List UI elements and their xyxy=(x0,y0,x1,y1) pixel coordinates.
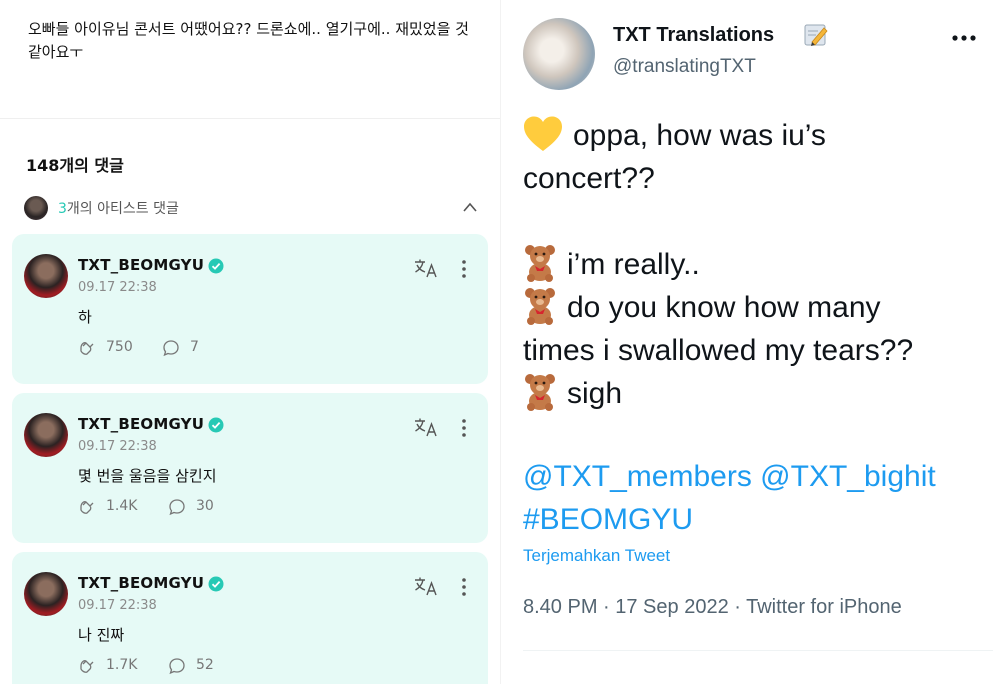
like-icon[interactable] xyxy=(78,657,96,675)
translate-icon[interactable] xyxy=(414,417,438,437)
like-icon[interactable] xyxy=(78,339,96,357)
avatar[interactable] xyxy=(24,254,68,298)
tweet-line: i’m really.. xyxy=(523,243,993,286)
comment-author[interactable]: TXT_BEOMGYU xyxy=(78,256,204,274)
comment-author[interactable]: TXT_BEOMGYU xyxy=(78,415,204,433)
comment-text: 몇 번을 울음을 삼킨지 xyxy=(78,467,217,485)
avatar[interactable] xyxy=(523,18,595,90)
artist-comment-suffix: 개의 아티스트 댓글 xyxy=(66,201,179,217)
translate-icon[interactable] xyxy=(414,258,438,278)
verified-badge-icon xyxy=(208,576,224,592)
comment-bubble-icon[interactable] xyxy=(162,339,180,357)
tweet-meta[interactable]: 8.40 PM · 17 Sep 2022 · Twitter for iPho… xyxy=(523,596,902,619)
artist-comment-count: 3 xyxy=(58,201,67,217)
like-count: 1.7K xyxy=(106,657,138,673)
divider xyxy=(523,650,993,651)
comment-time: 09.17 22:38 xyxy=(78,280,157,295)
comment-text: 하 xyxy=(78,308,92,326)
avatar[interactable] xyxy=(24,572,68,616)
more-vertical-icon[interactable] xyxy=(458,576,470,598)
comment-bubble-icon[interactable] xyxy=(168,657,186,675)
like-count: 750 xyxy=(106,339,133,355)
tweet-line-text: sigh xyxy=(567,377,623,410)
tweet-line: oppa, how was iu’s xyxy=(523,114,993,157)
reply-count: 7 xyxy=(190,339,199,355)
translate-icon[interactable] xyxy=(414,576,438,596)
tweet-line-text: concert?? xyxy=(523,162,655,195)
comment-count: 148개의 댓글 xyxy=(26,156,124,175)
reply-count: 30 xyxy=(196,498,214,514)
tweet-line-text: oppa, how was iu’s xyxy=(573,119,826,152)
verified-badge-icon xyxy=(208,258,224,274)
divider xyxy=(0,118,500,119)
more-vertical-icon[interactable] xyxy=(458,417,470,439)
artist-comments-label: 3개의 아티스트 댓글 xyxy=(58,198,179,218)
tweet-line: sigh xyxy=(523,372,993,415)
display-name[interactable]: TXT Translations xyxy=(613,24,774,47)
avatar[interactable] xyxy=(24,413,68,457)
comment-author[interactable]: TXT_BEOMGYU xyxy=(78,574,204,592)
mention-link[interactable]: @TXT_members xyxy=(523,460,752,493)
tweet-links: @TXT_members @TXT_bighit #BEOMGYU xyxy=(523,455,993,541)
comment-text: 나 진짜 xyxy=(78,626,125,644)
teddy-bear-icon xyxy=(525,245,555,282)
tweet-line-text: times i swallowed my tears?? xyxy=(523,334,914,367)
weverse-panel: 오빠들 아이유님 콘서트 어땠어요?? 드론쇼에.. 열기구에.. 재밌었을 것… xyxy=(0,0,500,684)
tweet-panel: TXT Translations @translatingTXT oppa, h… xyxy=(501,0,1000,684)
translate-tweet-link[interactable]: Terjemahkan Tweet xyxy=(523,546,670,566)
reply-count: 52 xyxy=(196,657,214,673)
teddy-bear-icon xyxy=(525,288,555,325)
post-text: 오빠들 아이유님 콘서트 어땠어요?? 드론쇼에.. 열기구에.. 재밌었을 것… xyxy=(28,20,469,61)
hashtag-link[interactable]: #BEOMGYU xyxy=(523,498,993,541)
yellow-heart-icon xyxy=(524,116,562,151)
tweet-text: oppa, how was iu’s concert?? i’m really.… xyxy=(523,114,993,415)
like-icon[interactable] xyxy=(78,498,96,516)
comment-bubble-icon[interactable] xyxy=(168,498,186,516)
avatar xyxy=(24,196,48,220)
handle[interactable]: @translatingTXT xyxy=(613,56,756,78)
verified-badge-icon xyxy=(208,417,224,433)
mention-line: @TXT_members @TXT_bighit xyxy=(523,455,993,498)
more-vertical-icon[interactable] xyxy=(458,258,470,280)
comment-time: 09.17 22:38 xyxy=(78,439,157,454)
like-count: 1.4K xyxy=(106,498,138,514)
teddy-bear-icon xyxy=(525,374,555,411)
comment-time: 09.17 22:38 xyxy=(78,598,157,613)
mention-link[interactable]: @TXT_bighit xyxy=(760,460,936,493)
tweet-line-text: i’m really.. xyxy=(567,248,700,281)
tweet-line-text: do you know how many xyxy=(567,291,881,324)
pencil-memo-icon xyxy=(804,24,828,46)
tweet-line: do you know how many xyxy=(523,286,993,329)
artist-comments-toggle[interactable]: 3개의 아티스트 댓글 xyxy=(24,192,484,222)
comment-card[interactable]: TXT_BEOMGYU 09.17 22:38 나 진짜 1.7K 52 xyxy=(12,552,488,684)
comment-card[interactable]: TXT_BEOMGYU 09.17 22:38 하 750 7 xyxy=(12,234,488,384)
chevron-up-icon[interactable] xyxy=(462,200,478,214)
more-horizontal-icon[interactable] xyxy=(951,34,977,42)
comment-card[interactable]: TXT_BEOMGYU 09.17 22:38 몇 번을 울음을 삼킨지 1.4… xyxy=(12,393,488,543)
